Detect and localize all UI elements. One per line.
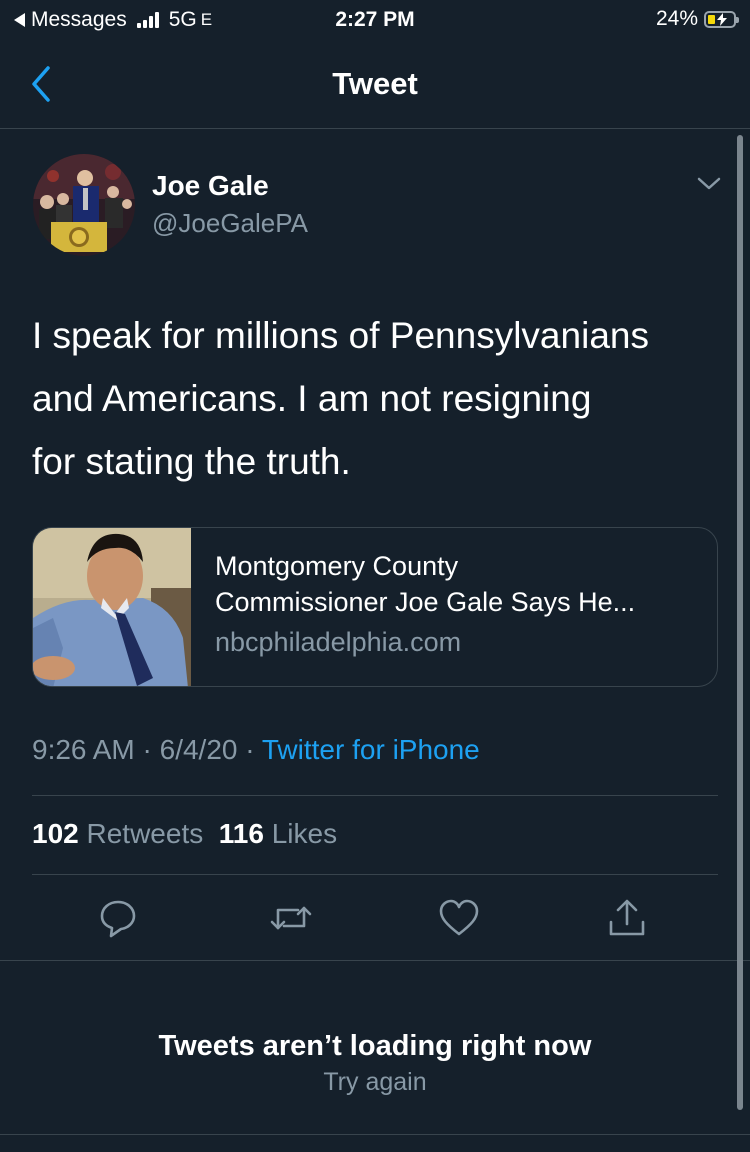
retweets-label: Retweets	[86, 818, 204, 849]
tweet-text-line: for stating the truth.	[32, 441, 351, 482]
tweet-text: I speak for millions of Pennsylvanians a…	[32, 304, 732, 493]
retweet-icon	[270, 906, 312, 930]
retry-row: Try again	[0, 1068, 750, 1097]
separator: ·	[142, 734, 152, 765]
reply-button[interactable]	[98, 896, 138, 940]
link-card-image	[33, 528, 191, 686]
tweet-text-line: and Americans. I am not resigning	[32, 378, 592, 419]
stats-divider	[32, 874, 718, 875]
battery-status: 24%	[655, 7, 739, 31]
tweet-time: 9:26 AM	[32, 734, 135, 765]
actions-divider	[0, 960, 750, 961]
likes-stat[interactable]: 116 Likes	[219, 818, 337, 849]
share-button[interactable]	[607, 896, 647, 940]
author-name[interactable]: Joe Gale	[152, 170, 269, 202]
status-bar: Messages 5G E 2:27 PM 24%	[0, 0, 750, 40]
more-options-button[interactable]	[696, 174, 722, 194]
clock: 2:27 PM	[335, 8, 415, 31]
tweet-date: 6/4/20	[159, 734, 238, 765]
retweets-count: 102	[32, 818, 79, 849]
battery-icon	[704, 10, 739, 28]
meta-divider	[32, 795, 718, 796]
tweet-stats: 102 Retweets 116 Likes	[32, 818, 337, 850]
avatar-photo	[33, 154, 135, 256]
author-handle[interactable]: @JoeGalePA	[152, 208, 308, 239]
likes-count: 116	[218, 818, 264, 849]
share-icon	[609, 899, 645, 936]
retry-button[interactable]: Try again	[323, 1068, 426, 1096]
link-card-domain: nbcphiladelphia.com	[215, 627, 462, 657]
retweet-button[interactable]	[268, 896, 314, 940]
bottom-divider	[0, 1134, 750, 1135]
retweets-stat[interactable]: 102 Retweets	[32, 818, 203, 849]
scrollbar[interactable]	[737, 135, 743, 1110]
like-button[interactable]	[438, 896, 480, 940]
nav-divider	[0, 128, 750, 129]
tweet-meta: 9:26 AM · 6/4/20 · Twitter for iPhone	[32, 734, 480, 766]
empty-state-title: Tweets aren’t loading right now	[158, 1030, 592, 1062]
reply-icon	[100, 900, 136, 938]
link-card-title-line: Montgomery County	[215, 551, 459, 581]
battery-percent: 24%	[655, 7, 698, 30]
link-card-title-line: Commissioner Joe Gale Says He...	[215, 587, 636, 617]
likes-label: Likes	[271, 818, 338, 849]
link-card[interactable]: Montgomery County Commissioner Joe Gale …	[32, 527, 718, 687]
avatar[interactable]	[33, 154, 135, 256]
chevron-down-icon	[697, 177, 721, 190]
separator: ·	[245, 734, 255, 765]
tweet-source-link[interactable]: Twitter for iPhone	[262, 734, 480, 765]
link-card-title: Montgomery County Commissioner Joe Gale …	[215, 548, 635, 620]
page-title: Tweet	[332, 66, 418, 101]
tweet-text-line: I speak for millions of Pennsylvanians	[32, 315, 649, 356]
like-icon	[439, 899, 479, 936]
